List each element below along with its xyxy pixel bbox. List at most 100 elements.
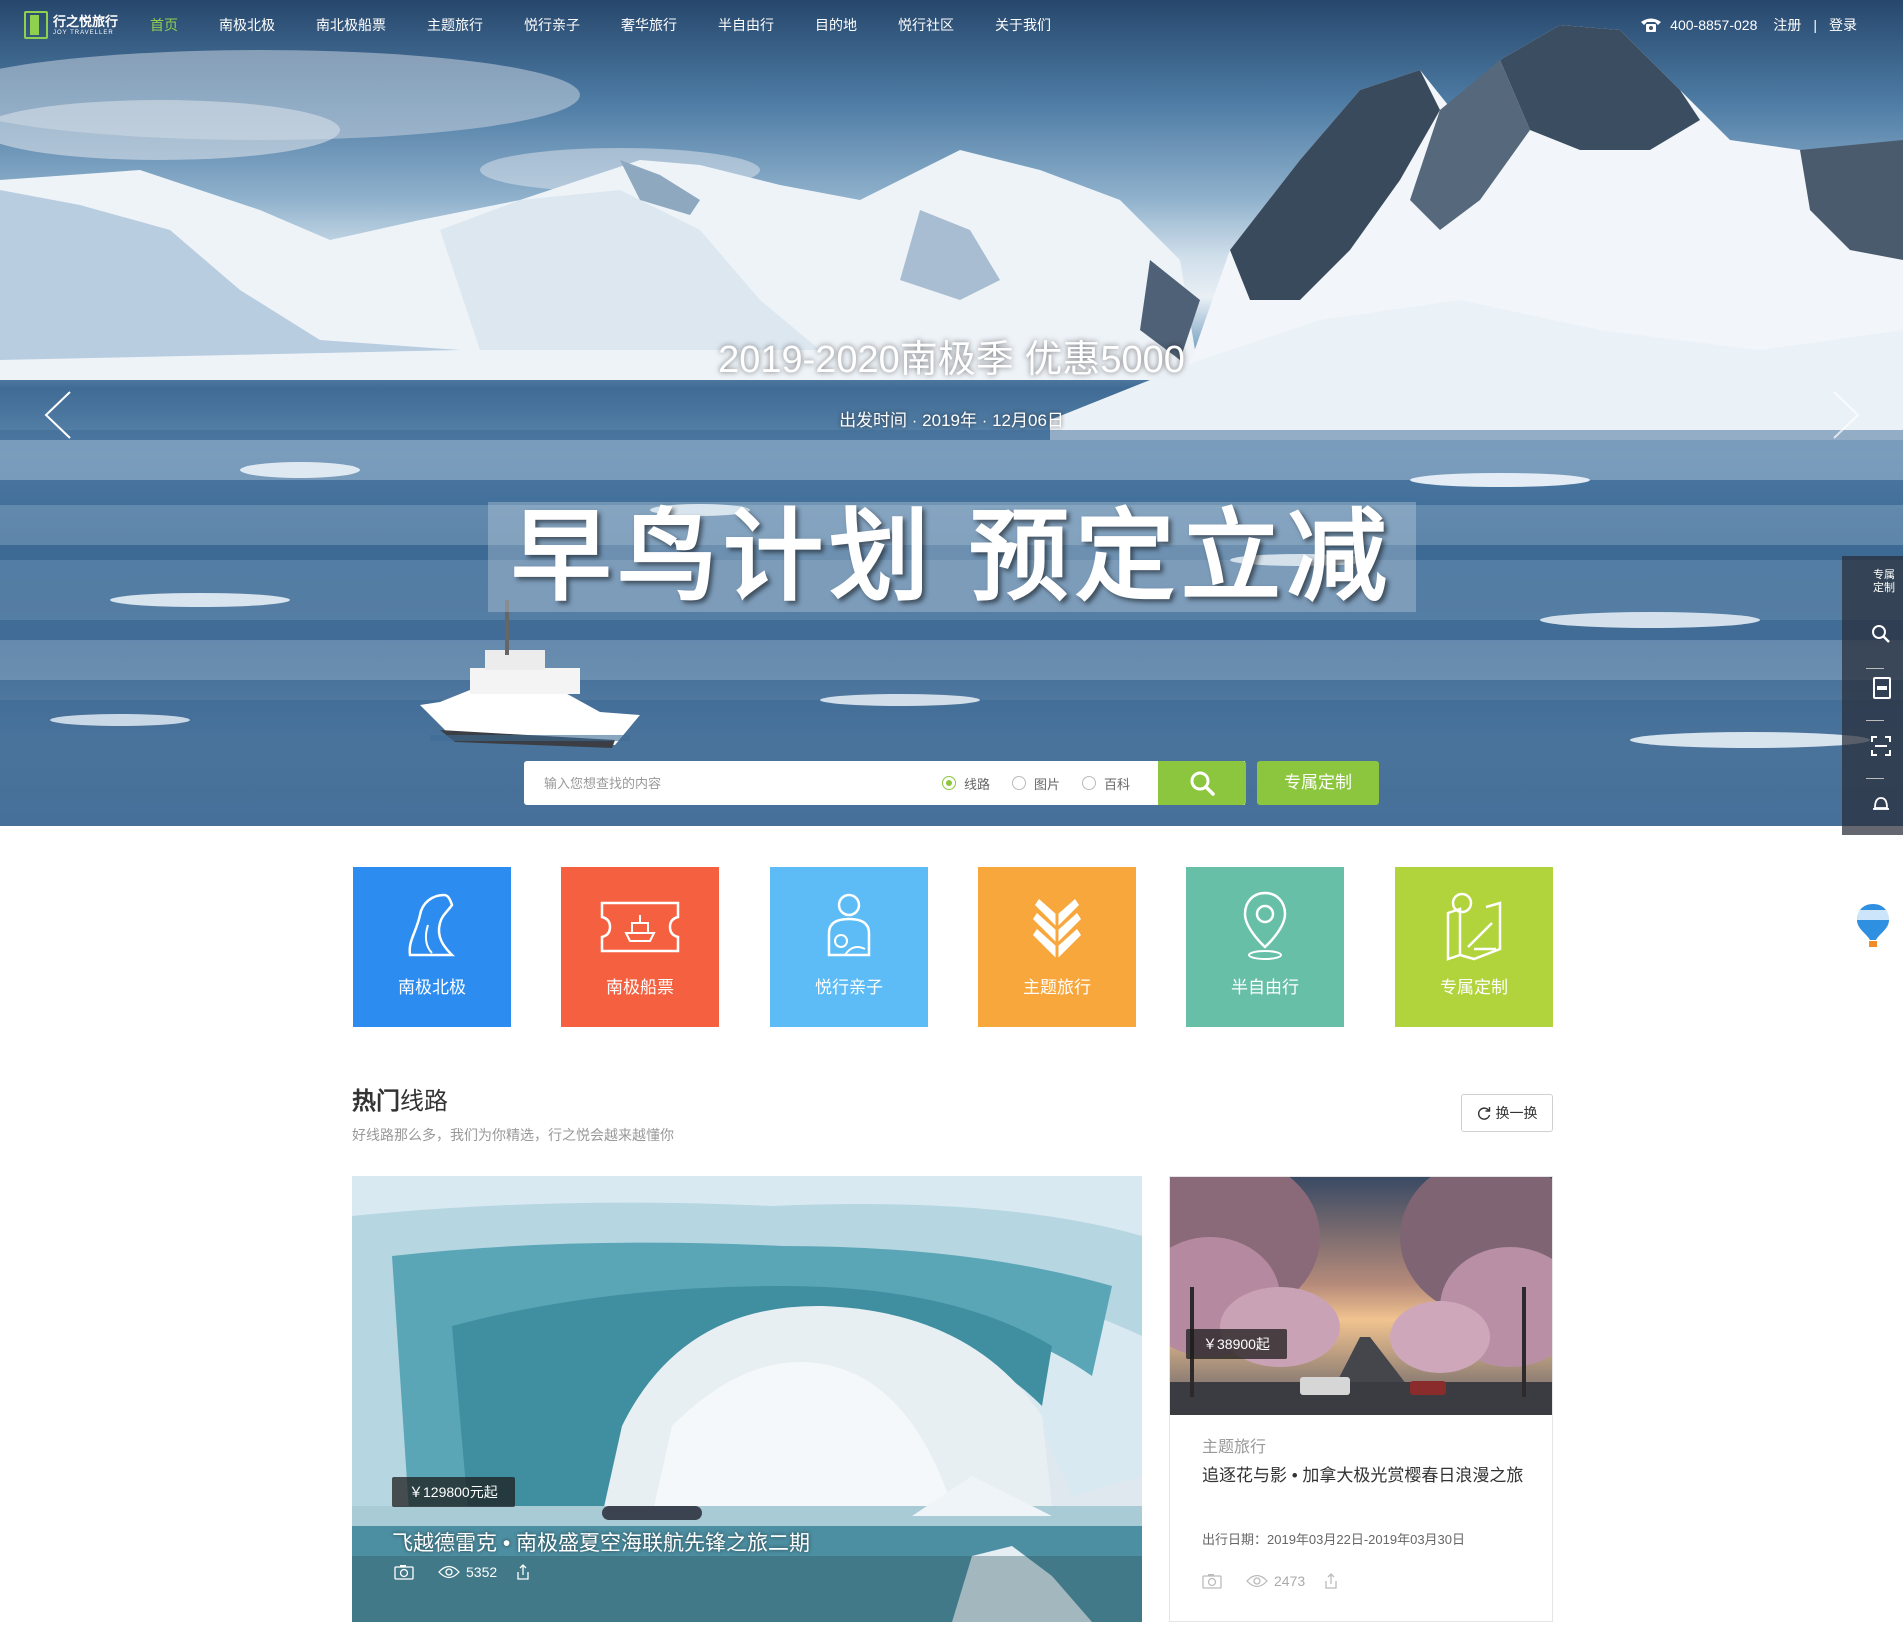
hot-routes-title-bold: 热门 [352, 1088, 400, 1115]
share-stat[interactable] [515, 1564, 537, 1580]
photo-stat[interactable] [1202, 1573, 1228, 1589]
chevron-left-icon[interactable] [44, 390, 72, 440]
featured-price-badge: ￥129800元起 [392, 1477, 515, 1507]
radio-unchecked-icon [1012, 776, 1027, 790]
site-logo[interactable]: 行之悦旅行 JOY TRAVELLER [24, 10, 124, 40]
hot-air-balloon-icon[interactable] [1855, 902, 1891, 948]
search-type-photo[interactable]: 图片 [1012, 774, 1060, 793]
route-category: 主题旅行 [1202, 1439, 1267, 1456]
hero-banner: 行之悦旅行 JOY TRAVELLER 首页 南极北极 南北极船票 主题旅行 悦… [0, 0, 1903, 826]
search-type-wiki-label: 百科 [1104, 776, 1131, 792]
chevron-right-icon[interactable] [1832, 390, 1860, 440]
featured-route-title[interactable]: 飞越德雷克 • 南极盛夏空海联航先锋之旅二期 [392, 1527, 810, 1557]
nav-item-polar[interactable]: 南极北极 [219, 0, 275, 50]
photo-stat[interactable] [394, 1564, 420, 1580]
eye-icon [438, 1565, 460, 1579]
nav-menu: 首页 南极北极 南北极船票 主题旅行 悦行亲子 奢华旅行 半自由行 目的地 悦行… [150, 0, 1092, 50]
hot-routes-subtitle: 好线路那么多，我们为你精选，行之悦会越来越懂你 [352, 1127, 674, 1143]
category-label: 专属定制 [1440, 978, 1508, 997]
nav-item-luxury[interactable]: 奢华旅行 [621, 0, 677, 50]
scan-icon [1871, 736, 1891, 756]
search-type-wiki[interactable]: 百科 [1082, 774, 1130, 793]
nav-separator: | [1813, 17, 1817, 33]
location-pin-icon [1243, 891, 1287, 960]
ticket-icon [600, 901, 680, 953]
save-icon [1873, 677, 1891, 699]
camera-icon [394, 1565, 414, 1580]
view-stat: 2473 [1246, 1573, 1305, 1589]
share-icon [1325, 1573, 1337, 1589]
search-box: 线路 图片 百科 [524, 761, 1245, 805]
nav-item-family[interactable]: 悦行亲子 [524, 0, 580, 50]
category-label: 半自由行 [1231, 978, 1299, 997]
side-custom-label-1: 专属 [1873, 569, 1895, 581]
nav-item-destination[interactable]: 目的地 [815, 0, 857, 50]
side-search-button[interactable] [1842, 606, 1903, 662]
view-count: 5352 [466, 1564, 498, 1580]
route-price-badge: ￥38900起 [1186, 1329, 1287, 1359]
side-custom-trip[interactable]: 专属 定制 [1842, 556, 1903, 606]
radio-checked-icon [942, 776, 956, 790]
logo-tagline: JOY TRAVELLER [53, 29, 114, 36]
route-card[interactable]: ￥38900起 主题旅行 追逐花与影 • 加拿大极光赏樱春日浪漫之旅 出行日期：… [1169, 1176, 1553, 1622]
hot-routes-title: 热门线路 [352, 1081, 448, 1116]
share-icon [517, 1564, 529, 1580]
logo-name: 行之悦旅行 [53, 13, 119, 29]
nav-item-about[interactable]: 关于我们 [995, 0, 1051, 50]
category-tile-theme[interactable]: 主题旅行 [978, 867, 1136, 1027]
featured-route-stats: 5352 [394, 1564, 555, 1580]
refresh-icon [1477, 1107, 1490, 1120]
map-icon [1446, 892, 1502, 961]
hero-departure-date: 出发时间 · 2019年 · 12月06日 [839, 411, 1064, 430]
parent-child-icon [827, 893, 871, 957]
view-count: 2473 [1274, 1573, 1306, 1589]
category-label: 悦行亲子 [815, 978, 883, 997]
view-stat: 5352 [438, 1564, 497, 1580]
share-stat[interactable] [1323, 1573, 1345, 1589]
nav-item-home[interactable]: 首页 [150, 0, 178, 50]
search-type-options: 线路 图片 百科 [942, 761, 1152, 805]
hero-slogan: 早鸟计划 预定立减 [511, 501, 1393, 613]
category-tile-semi-independent[interactable]: 半自由行 [1186, 867, 1344, 1027]
custom-trip-button[interactable]: 专属定制 [1257, 761, 1379, 805]
phone-icon [1641, 18, 1662, 32]
category-tile-custom[interactable]: 专属定制 [1395, 867, 1553, 1027]
route-travel-date: 出行日期：2019年03月22日-2019年03月30日 [1202, 1532, 1466, 1547]
search-type-photo-label: 图片 [1034, 776, 1061, 792]
side-notify-button[interactable] [1842, 776, 1903, 832]
hero-title: 2019-2020南极季 优惠5000 [718, 339, 1185, 381]
search-type-route[interactable]: 线路 [942, 774, 990, 793]
side-scan-button[interactable] [1842, 718, 1903, 774]
category-label: 南极船票 [606, 978, 674, 997]
side-save-button[interactable] [1842, 660, 1903, 716]
register-link[interactable]: 注册 [1773, 15, 1801, 35]
category-tile-tickets[interactable]: 南极船票 [561, 867, 719, 1027]
cherry-blossom-street-photo [1170, 1177, 1552, 1415]
camera-icon [1202, 1574, 1222, 1589]
route-stats: 2473 [1202, 1573, 1363, 1589]
hot-routes-title-rest: 线路 [400, 1088, 448, 1115]
nav-item-semi-independent[interactable]: 半自由行 [718, 0, 774, 50]
search-input[interactable] [524, 761, 924, 805]
route-title[interactable]: 追逐花与影 • 加拿大极光赏樱春日浪漫之旅 [1202, 1465, 1532, 1487]
category-tile-family[interactable]: 悦行亲子 [770, 867, 928, 1027]
side-custom-label-2: 定制 [1873, 582, 1895, 594]
category-tile-polar[interactable]: 南极北极 [353, 867, 511, 1027]
refresh-label: 换一换 [1495, 1105, 1538, 1121]
leaf-icon [1033, 893, 1081, 959]
penguin-icon [408, 893, 456, 957]
nav-item-community[interactable]: 悦行社区 [898, 0, 954, 50]
search-icon [1872, 625, 1890, 643]
nav-item-polar-tickets[interactable]: 南北极船票 [316, 0, 386, 50]
search-icon [1190, 771, 1215, 796]
login-link[interactable]: 登录 [1829, 15, 1857, 35]
top-navigation: 行之悦旅行 JOY TRAVELLER 首页 南极北极 南北极船票 主题旅行 悦… [0, 0, 1903, 50]
search-button[interactable] [1158, 761, 1246, 805]
radio-unchecked-icon [1082, 776, 1097, 790]
logo-mark-icon [24, 11, 48, 39]
refresh-button[interactable]: 换一换 [1461, 1094, 1553, 1132]
eye-icon [1246, 1574, 1268, 1588]
hotline-number: 400-8857-028 [1670, 17, 1758, 33]
search-type-route-label: 线路 [964, 776, 991, 792]
nav-item-theme-travel[interactable]: 主题旅行 [427, 0, 483, 50]
